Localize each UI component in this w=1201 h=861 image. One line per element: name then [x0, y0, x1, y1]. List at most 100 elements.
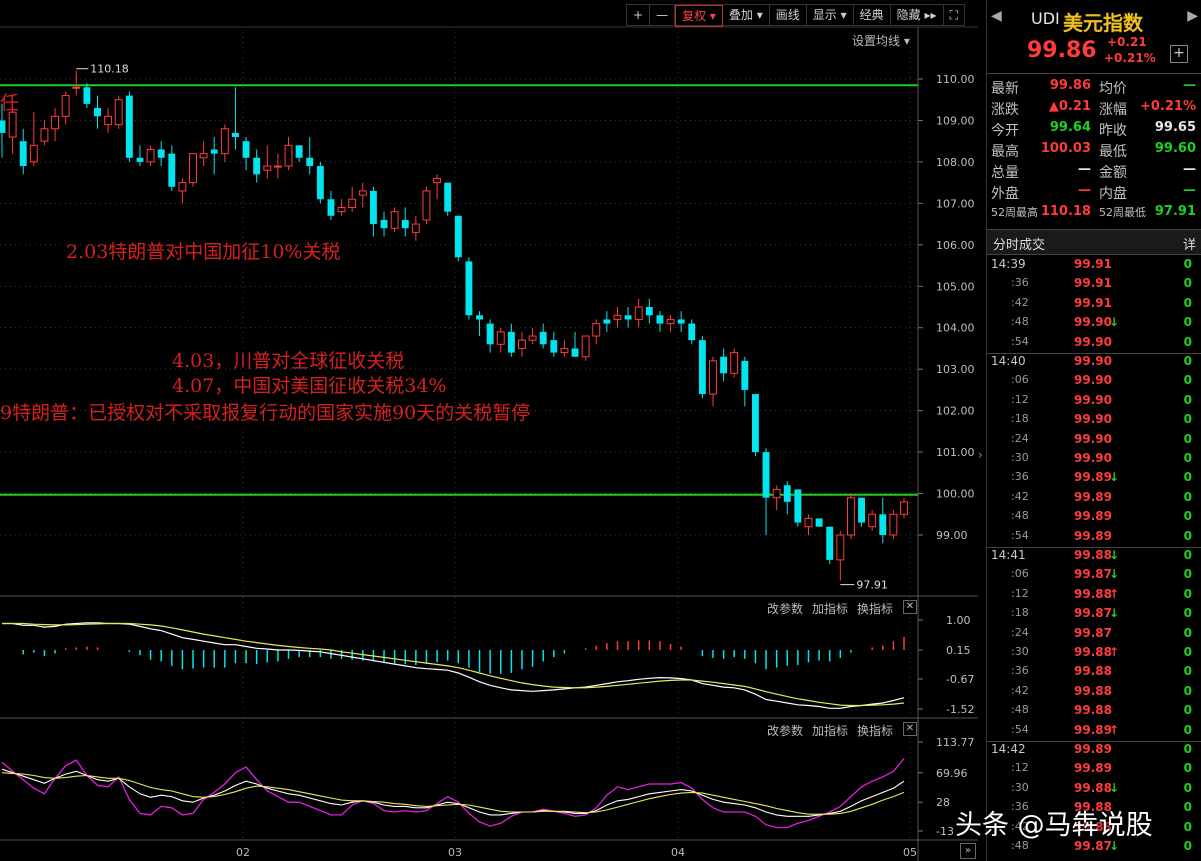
trade-price: 99.90	[1074, 392, 1112, 407]
zoom-in-button[interactable]: +	[627, 5, 651, 25]
candle-body-down	[0, 120, 6, 133]
trade-row: :54 99.90 0	[987, 335, 1201, 354]
candle-body-up	[836, 534, 845, 561]
candle-body-down	[168, 153, 176, 187]
overlay-dropdown[interactable]: 叠加 ▾	[723, 5, 770, 25]
trade-price: 99.90	[1074, 451, 1112, 465]
trade-volume: 0	[1183, 722, 1192, 737]
kdj-j-line	[1, 758, 905, 829]
next-symbol-icon[interactable]: ▶	[1187, 8, 1198, 24]
trade-volume: 0	[1183, 800, 1192, 815]
down-arrow-icon: ↓	[1109, 567, 1120, 582]
kdj-change-params[interactable]: 改参数	[767, 722, 803, 739]
annotation-3: 4.07，中国对美国征收关税34%	[172, 375, 447, 397]
y-tick-label: 110.00	[936, 73, 975, 86]
trade-time: :42	[1011, 489, 1029, 503]
kline-chart-area[interactable]: 110.00 109.00 108.00 107.00 106.00 105.00 104.…	[0, 0, 978, 861]
candle-body-down	[688, 323, 696, 341]
trade-row: :36 99.88 0	[987, 664, 1201, 683]
candle-body-down	[232, 132, 239, 138]
macd-switch-indicator[interactable]: 换指标	[857, 600, 893, 617]
trade-row: :18 99.87 ↓ 0	[987, 606, 1201, 625]
y-tick-label: 106.00	[936, 239, 975, 252]
trade-price: 99.88	[1074, 548, 1112, 562]
macd-close-icon[interactable]: ✕	[903, 600, 917, 614]
down-arrow-icon: ↓	[1109, 780, 1120, 795]
candle-body-down	[507, 331, 515, 353]
hide-button[interactable]: 隐藏 ▸▸	[891, 5, 944, 25]
trade-time: :42	[1011, 295, 1029, 309]
trade-time: :24	[1011, 625, 1029, 639]
chart-toolbar: + — 复权 ▾ 叠加 ▾ 画线 显示 ▾ 经典 隐藏 ▸▸ ⛶	[626, 4, 965, 27]
y-tick-label: 102.00	[936, 405, 975, 418]
candle-body-down	[136, 157, 144, 162]
fullscreen-icon[interactable]: ⛶	[944, 5, 964, 25]
candle-body-down	[19, 141, 27, 167]
candle-body-up	[178, 182, 187, 192]
trade-volume: 0	[1183, 548, 1192, 562]
macd-add-indicator[interactable]: 加指标	[812, 600, 848, 617]
y-tick-label: 105.00	[936, 280, 975, 293]
quote-title: ◀ UDI 美元指数 ▶	[987, 4, 1201, 35]
trade-row: :06 99.90 0	[987, 373, 1201, 392]
trade-price: 99.89	[1074, 761, 1112, 776]
macd-change-params[interactable]: 改参数	[767, 600, 803, 617]
stat-value: 99.64	[1049, 120, 1091, 135]
candle-body-down	[550, 340, 558, 353]
trade-price: 99.89	[1074, 742, 1112, 756]
trade-volume: 0	[1183, 431, 1192, 446]
trade-volume: 0	[1183, 489, 1192, 504]
candle-body-up	[804, 517, 813, 528]
draw-line-button[interactable]: 画线	[770, 5, 807, 25]
trade-time: :06	[1011, 373, 1029, 387]
trade-time: :12	[1011, 586, 1029, 600]
candle-body-up	[496, 331, 505, 345]
trade-volume: 0	[1183, 606, 1192, 621]
adjust-rights-dropdown[interactable]: 复权 ▾	[675, 5, 723, 27]
candle-body-up	[846, 497, 855, 536]
x-tick-label: 04	[671, 846, 685, 859]
y-tick-label: 109.00	[936, 114, 975, 127]
set-ma-button[interactable]: 设置均线 ▾	[852, 32, 910, 49]
candle-body-down	[751, 394, 759, 453]
trade-volume: 0	[1183, 354, 1192, 368]
prev-symbol-icon[interactable]: ◀	[991, 8, 1002, 24]
trade-volume: 0	[1183, 761, 1192, 776]
candle-body-down	[741, 360, 749, 390]
kdj-switch-indicator[interactable]: 换指标	[857, 722, 893, 739]
candle-body-down	[858, 497, 866, 523]
symbol-name: 美元指数	[1063, 11, 1143, 35]
classic-button[interactable]: 经典	[854, 5, 891, 25]
trade-volume: 0	[1183, 645, 1192, 659]
trade-row: :54 99.89 ↑ 0	[987, 723, 1201, 742]
candle-body-down	[762, 452, 770, 498]
trade-volume: 0	[1183, 412, 1192, 427]
candle-body-up	[592, 323, 601, 337]
trade-row: :42 99.89 0	[987, 490, 1201, 509]
add-watchlist-icon[interactable]: +	[1170, 45, 1188, 63]
trade-row: :48 99.90 ↓ 0	[987, 315, 1201, 334]
trade-time: :36	[1011, 664, 1029, 678]
candle-body-down	[369, 190, 377, 225]
zoom-out-button[interactable]: —	[650, 5, 676, 25]
kdj-add-indicator[interactable]: 加指标	[812, 722, 848, 739]
display-dropdown[interactable]: 显示 ▾	[807, 5, 854, 25]
ticks-title: 分时成交	[993, 238, 1046, 253]
ticks-detail-button[interactable]: 详	[1183, 234, 1196, 253]
collapse-panel-icon[interactable]: ›	[978, 448, 983, 462]
candle-body-down	[253, 157, 261, 175]
scroll-right-icon[interactable]: »	[960, 843, 976, 859]
candle-body-up	[273, 165, 282, 168]
low-marker-label: 97.91	[856, 579, 888, 592]
trade-row: :12 99.88 ↑ 0	[987, 587, 1201, 606]
stat-value: 97.91	[1154, 204, 1196, 219]
trade-row: :42 99.91 0	[987, 296, 1201, 315]
y-tick-label: 108.00	[936, 156, 975, 169]
candle-body-down	[539, 331, 547, 345]
trade-time: 14:41	[991, 548, 1026, 562]
y-tick-label: 101.00	[936, 446, 975, 459]
candle-body-down	[815, 518, 823, 527]
annotation-0: 任	[0, 92, 20, 114]
macd-y-tick-label: -1.52	[946, 703, 974, 716]
kdj-close-icon[interactable]: ✕	[903, 722, 917, 736]
